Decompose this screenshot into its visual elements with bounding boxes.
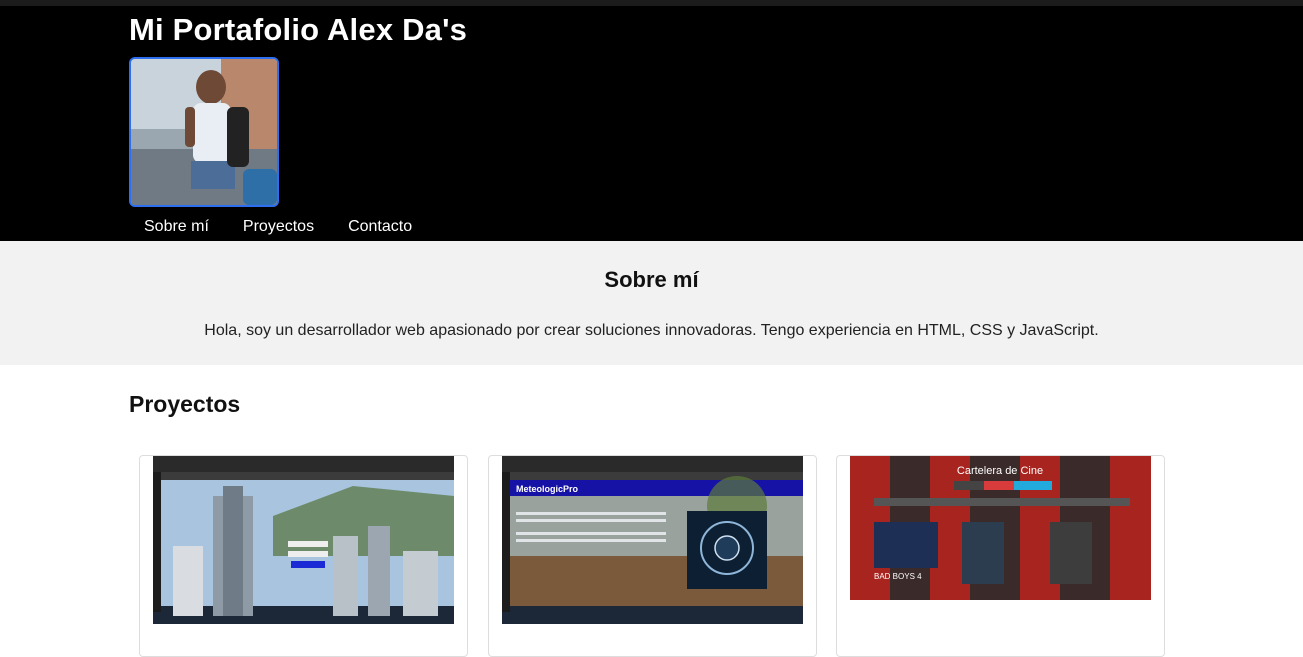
nav-item-proyectos[interactable]: Proyectos	[243, 218, 314, 236]
main-nav: Sobre mí Proyectos Contacto	[144, 218, 446, 236]
site-title: Mi Portafolio Alex Da's	[129, 12, 468, 47]
project-card[interactable]: MeteologicPro	[488, 455, 817, 657]
about-text: Hola, soy un desarrollador web apasionad…	[204, 322, 1099, 339]
nav-item-sobre-mi[interactable]: Sobre mí	[144, 218, 209, 236]
about-heading: Sobre mí	[604, 267, 699, 292]
site-header: Mi Portafolio Alex Da's Sobre mí Proyect…	[0, 6, 1303, 241]
profile-photo	[129, 57, 279, 207]
project-card[interactable]: Cartelera de Cine BAD BOYS 4	[836, 455, 1165, 657]
thumb-movie: BAD BOYS 4	[874, 572, 922, 581]
about-section: Sobre mí Hola, soy un desarrollador web …	[0, 241, 1303, 365]
thumb-brand: MeteologicPro	[516, 484, 579, 494]
nav-item-contacto[interactable]: Contacto	[348, 218, 412, 236]
thumb-heading: Cartelera de Cine	[957, 465, 1043, 477]
project-thumbnail	[153, 456, 454, 624]
projects-heading: Proyectos	[129, 391, 241, 417]
projects-section: Proyectos MeteologicPro Cartelera de Cin…	[0, 365, 1303, 657]
project-thumbnail: Cartelera de Cine BAD BOYS 4	[850, 456, 1151, 624]
project-card[interactable]	[139, 455, 468, 657]
project-thumbnail: MeteologicPro	[502, 456, 803, 624]
